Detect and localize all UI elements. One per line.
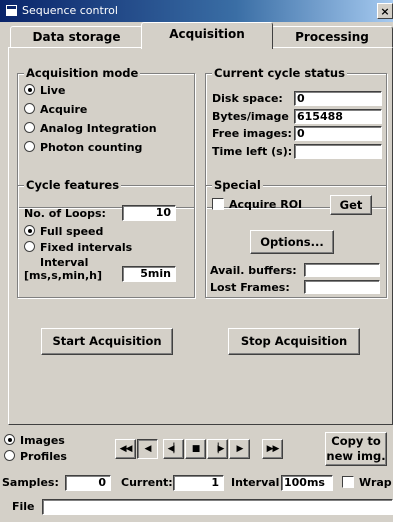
options-button[interactable]: Options... (250, 230, 334, 254)
last-frame-button[interactable]: ▶▶ (262, 439, 283, 459)
mode-analog-integration-option[interactable]: Analog Integration (24, 122, 157, 135)
stop-button[interactable]: ■ (185, 439, 206, 459)
forward-play-button[interactable]: ▕▶ (207, 439, 228, 459)
loops-input[interactable]: 10 (122, 205, 176, 221)
radio-profiles[interactable] (4, 450, 15, 461)
free-images-label: Free images: (212, 127, 292, 140)
acquire-roi-option[interactable]: Acquire ROI (212, 198, 302, 211)
current-frame-input[interactable]: 1 (173, 475, 224, 491)
mode-live-option[interactable]: Live (24, 84, 65, 97)
special-group: Special Acquire ROI Get Options... Avail… (205, 178, 387, 298)
interval-label: Interval (40, 256, 89, 269)
file-label: File (12, 500, 35, 513)
lost-frames-label: Lost Frames: (210, 281, 290, 294)
cycle-features-group: Cycle features No. of Loops: 10 Full spe… (17, 178, 195, 298)
acquisition-panel: Acquisition mode Live Acquire Analog Int… (8, 47, 393, 425)
view-images-option[interactable]: Images (4, 434, 65, 447)
loops-label: No. of Loops: (24, 207, 106, 220)
free-images-field: 0 (294, 126, 382, 141)
window-title: Sequence control (22, 4, 118, 17)
wrap-option[interactable]: Wrap (342, 476, 392, 489)
radio-live[interactable] (24, 84, 35, 95)
full-speed-option[interactable]: Full speed (24, 225, 103, 238)
step-back-button[interactable]: ◀ (137, 439, 158, 459)
start-acquisition-button[interactable]: Start Acquisition (41, 328, 173, 355)
samples-label: Samples: (2, 476, 59, 489)
bytes-per-image-field: 615488 (294, 109, 382, 124)
interval-input[interactable]: 5min (122, 266, 176, 282)
tab-processing[interactable]: Processing (271, 26, 393, 48)
radio-acquire[interactable] (24, 103, 35, 114)
get-button[interactable]: Get (330, 195, 372, 215)
app-icon (6, 5, 17, 16)
step-forward-button[interactable]: ▶ (229, 439, 250, 459)
bytes-per-image-label: Bytes/image (212, 110, 289, 123)
cycle-features-title: Cycle features (24, 178, 122, 192)
interval-bottom-label: Interval (231, 476, 280, 489)
acquire-roi-checkbox[interactable] (212, 198, 224, 210)
avail-buffers-field (304, 263, 380, 277)
tab-data-storage[interactable]: Data storage (10, 26, 143, 48)
acquisition-mode-title: Acquisition mode (24, 66, 141, 80)
time-left-label: Time left (s): (212, 145, 293, 158)
first-frame-button[interactable]: ◀◀ (115, 439, 136, 459)
copy-to-new-image-button[interactable]: Copy to new img. (325, 432, 387, 466)
disk-space-label: Disk space: (212, 92, 283, 105)
special-title: Special (212, 178, 263, 192)
avail-buffers-label: Avail. buffers: (210, 264, 297, 277)
radio-fixed-intervals[interactable] (24, 241, 35, 252)
stop-acquisition-button[interactable]: Stop Acquisition (228, 328, 360, 355)
playback-interval-input[interactable]: 100ms (281, 475, 333, 491)
cycle-status-title: Current cycle status (212, 66, 347, 80)
mode-photon-counting-option[interactable]: Photon counting (24, 141, 142, 154)
tab-acquisition[interactable]: Acquisition (141, 22, 273, 49)
radio-full-speed[interactable] (24, 225, 35, 236)
radio-images[interactable] (4, 434, 15, 445)
radio-photon-counting[interactable] (24, 141, 35, 152)
file-field (42, 499, 393, 515)
close-icon[interactable]: × (377, 3, 393, 19)
fixed-intervals-option[interactable]: Fixed intervals (24, 241, 132, 254)
radio-analog-integration[interactable] (24, 122, 35, 133)
time-left-field (294, 144, 382, 159)
disk-space-field: 0 (294, 91, 382, 106)
samples-field: 0 (65, 475, 111, 491)
mode-acquire-option[interactable]: Acquire (24, 103, 87, 116)
title-bar: Sequence control × (0, 0, 393, 22)
view-profiles-option[interactable]: Profiles (4, 450, 67, 463)
current-label: Current: (121, 476, 173, 489)
wrap-checkbox[interactable] (342, 476, 354, 488)
reverse-play-button[interactable]: ◀▏ (163, 439, 184, 459)
lost-frames-field (304, 280, 380, 294)
interval-units-label: [ms,s,min,h] (24, 269, 103, 282)
